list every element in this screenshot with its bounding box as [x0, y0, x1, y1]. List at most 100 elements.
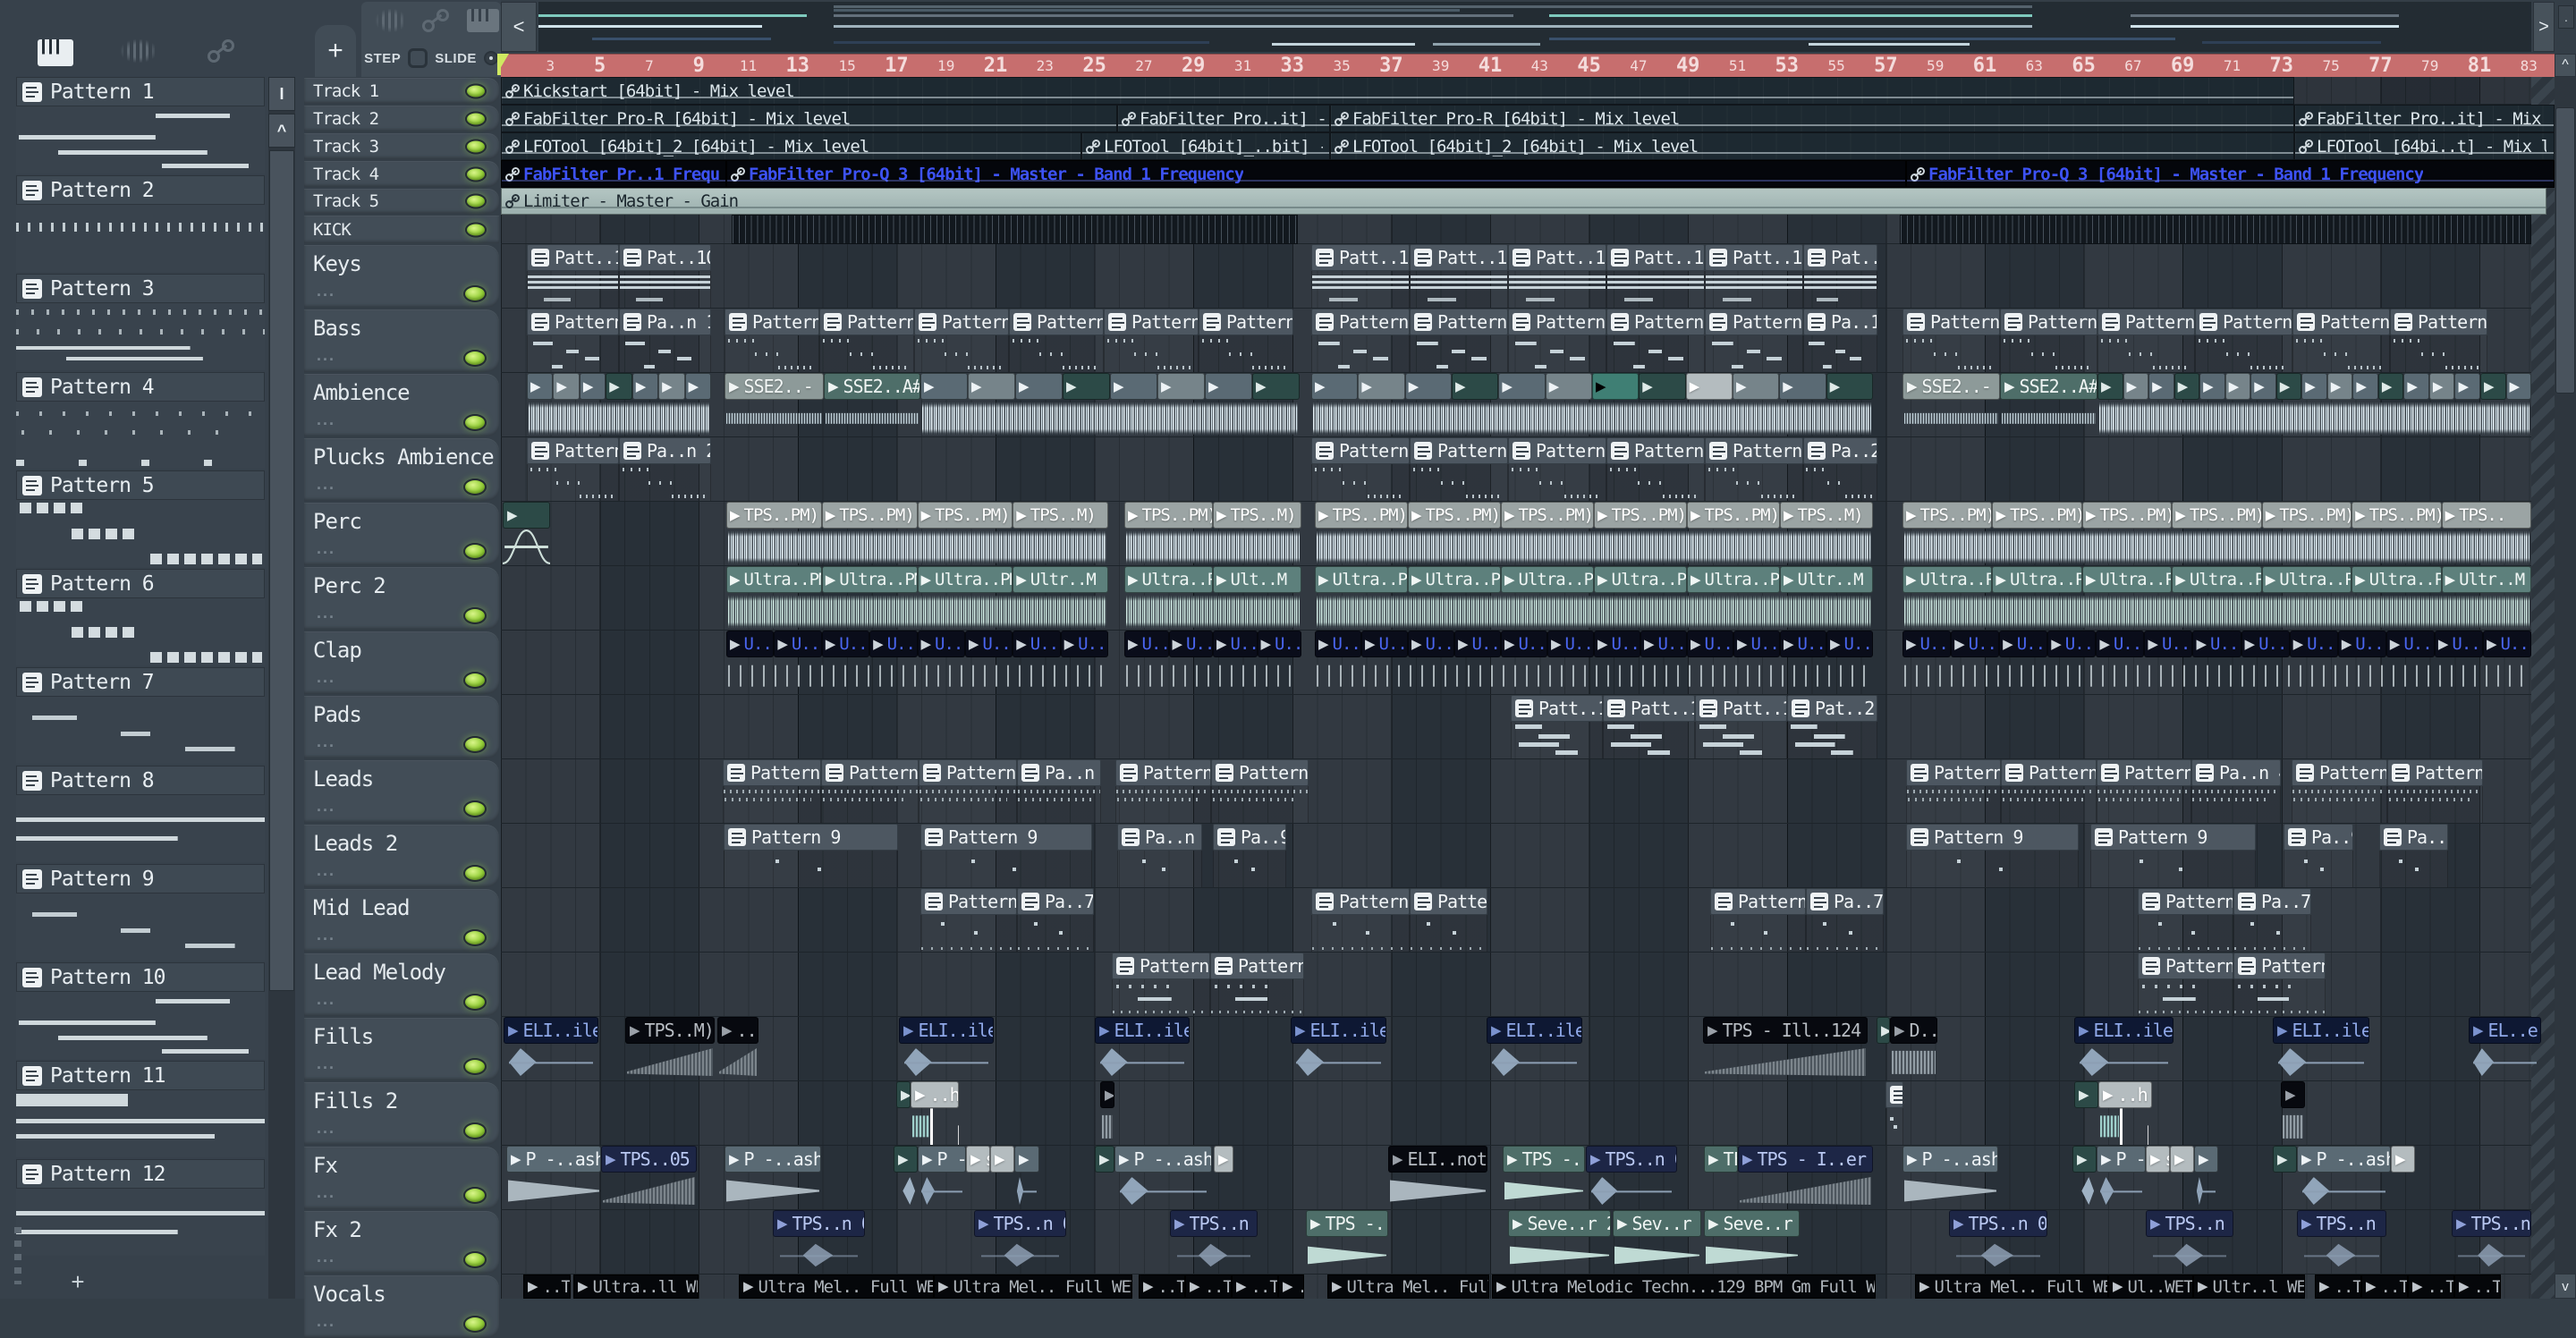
automation-clip[interactable]: Limiter - Master - Gain — [501, 188, 2546, 215]
pattern-clip[interactable]: Pat..10 — [619, 244, 711, 309]
pattern-clip-header[interactable]: Pattern 2 — [1508, 437, 1606, 464]
draw-audio-icon[interactable] — [376, 9, 406, 32]
audio-clip-header[interactable]: ▶TPS..PM) — [1408, 502, 1501, 529]
add-track-tab[interactable]: + — [315, 25, 356, 77]
pattern-clip[interactable]: Pa..n 2 — [619, 437, 711, 502]
track-mute-led[interactable] — [463, 929, 487, 946]
automation-clip[interactable]: FabFilter Pro-R [64bit] - Mix level — [501, 105, 1117, 132]
track-lane-perc[interactable]: ▶▶TPS..PM)▶TPS..PM)▶TPS..PM)▶TPS..M)▶TPS… — [501, 502, 2531, 566]
audio-clip-group[interactable]: ▶Ultra..PM▶Ultra..PM▶Ultra..PM▶Ultra..PM… — [1315, 566, 1873, 631]
audio-clip[interactable]: ▶ — [2074, 1081, 2098, 1146]
pattern-clip[interactable]: Pa..n 4 — [2191, 759, 2281, 824]
track-header-ambience[interactable]: Ambience... — [304, 374, 499, 436]
audio-clip-header[interactable]: ▶TPS..PM) — [822, 502, 918, 529]
pattern-clip-header[interactable]: Pattern 1 — [1606, 309, 1705, 335]
audio-clip[interactable]: ▶ — [2170, 1146, 2194, 1210]
audio-clip[interactable]: ▶ — [990, 1146, 1014, 1210]
vocal-clip-header[interactable]: ▶..T — [2454, 1274, 2501, 1299]
vocal-clip[interactable]: ▶..T — [2454, 1274, 2501, 1299]
track-lane-track-1[interactable]: Kickstart [64bit] - Mix level — [501, 77, 2531, 105]
audio-clip-header[interactable]: ▶ — [2506, 373, 2532, 400]
audio-clip-header[interactable]: ▶ — [1014, 1146, 1039, 1173]
vocal-clip[interactable]: ▶Ultra Melodic Techn...129 BPM Gm Full W… — [1492, 1274, 1876, 1299]
audio-clip-header[interactable]: ▶Seve..r 2 — [1704, 1210, 1800, 1237]
audio-clip-header[interactable]: ▶U.. — [2338, 631, 2386, 657]
pattern-clip-header[interactable]: Pattern 5 — [2390, 309, 2487, 335]
pattern-clip-header[interactable]: Pattern 1 — [1508, 309, 1606, 335]
pattern-item-header[interactable]: Pattern 11 — [16, 1061, 265, 1090]
track-mute-led[interactable] — [463, 607, 487, 624]
pattern-clip-header[interactable]: Pa..n 1 — [619, 309, 711, 335]
pattern-clip-header[interactable]: Pattern 2 — [1606, 437, 1705, 464]
audio-clip[interactable]: ▶TPS..n 04 — [2297, 1210, 2386, 1274]
pattern-clip[interactable]: Pattern 7 — [920, 888, 1017, 953]
track-lane-mid-lead[interactable]: Pattern 7Pa..7Pattern 7Pattern 7Pattern … — [501, 888, 2531, 953]
audio-clip-header[interactable]: ▶TPS..n 04 — [2146, 1210, 2233, 1237]
audio-clip-header[interactable]: ▶ — [2148, 373, 2174, 400]
audio-clip[interactable]: ▶ — [894, 1146, 918, 1210]
pattern-clip[interactable]: Pattern 5 — [2000, 309, 2097, 373]
audio-clip-header[interactable]: ▶..h — [2098, 1081, 2152, 1108]
track-options-dots[interactable]: ... — [317, 990, 335, 1009]
piano-roll-icon[interactable] — [38, 39, 73, 66]
pattern-clip[interactable]: Pattern 4 — [2001, 759, 2097, 824]
audio-clip-header[interactable]: ▶ — [1157, 373, 1205, 400]
pattern-clip-header[interactable]: Pattern 5 — [819, 309, 914, 335]
track-lane-track-4[interactable]: FabFilter Pr..1 FrequencyFabFilter Pro-Q… — [501, 160, 2531, 188]
pattern-clip-header[interactable]: Pattern 2 — [527, 437, 619, 464]
audio-clip-group[interactable]: ▶Ultra..PM▶Ult..M — [1124, 566, 1301, 631]
step-toggle[interactable] — [408, 48, 428, 68]
track-header-plucks-ambience[interactable]: Plucks Ambience... — [304, 438, 499, 501]
track-lane-track-5[interactable]: Limiter - Master - Gain — [501, 188, 2531, 215]
pattern-clip[interactable]: Pattern 5 — [724, 309, 819, 373]
pattern-clip[interactable]: Pattern 2 — [1410, 437, 1508, 502]
audio-clip-header[interactable]: ▶TPS..M) — [625, 1017, 715, 1044]
audio-clip-header[interactable]: ▶U.. — [2192, 631, 2241, 657]
pattern-clip[interactable]: Pattern 5 — [1902, 309, 2000, 373]
audio-clip-header[interactable]: ▶ — [2327, 373, 2353, 400]
audio-clip[interactable]: ▶s — [966, 1146, 990, 1210]
pattern-clip[interactable]: Pattern 5 — [1104, 309, 1199, 373]
pattern-clip-header[interactable]: Pattern 9 — [920, 824, 1092, 851]
audio-clip-header[interactable]: ▶SSE2..A# — [2000, 373, 2097, 400]
audio-clip-header[interactable]: ▶U.. — [1258, 631, 1302, 657]
audio-clip-header[interactable]: ▶U.. — [1169, 631, 1214, 657]
vocal-clip[interactable]: ▶..T — [1185, 1274, 1232, 1299]
audio-clip-header[interactable]: ▶Ultra..PM — [1315, 566, 1408, 593]
audio-clip[interactable]: ▶..h — [2098, 1081, 2152, 1146]
track-mute-led[interactable] — [463, 994, 487, 1011]
clap-clip-group[interactable]: ▶U..▶U..▶U..▶U..▶U..▶U..▶U..▶U..▶U..▶U..… — [1902, 631, 2531, 695]
track-header-lead-melody[interactable]: Lead Melody... — [304, 953, 499, 1016]
pattern-clip[interactable]: Patt..10 — [1508, 244, 1606, 309]
pattern-list-item[interactable]: Pattern 12 — [16, 1159, 265, 1258]
audio-clip-header[interactable]: ▶ — [1063, 373, 1110, 400]
audio-clip-header[interactable]: ▶U.. — [1780, 631, 1826, 657]
audio-clip-group[interactable]: ▶Ultra..PM▶Ultra..PM▶Ultra..PM▶Ultr..M — [726, 566, 1108, 631]
audio-clip-header[interactable]: ▶ELI..iler — [504, 1017, 598, 1044]
overview-scroll-left-button[interactable]: < — [501, 2, 537, 52]
pattern-clip[interactable]: Pattern 3 — [1210, 953, 1304, 1017]
audio-clip-header[interactable]: ▶Ultra..PM — [1687, 566, 1780, 593]
pattern-clip-header[interactable]: Pattern 4 — [723, 759, 821, 786]
pattern-clip-header[interactable]: Pattern 1 — [1311, 309, 1410, 335]
audio-clip[interactable]: ▶ELI..iler — [1487, 1017, 1582, 1081]
pattern-list-item[interactable]: Pattern 5 — [16, 470, 265, 569]
audio-clip-header[interactable]: ▶TPS..PM) — [1501, 502, 1594, 529]
vocal-clip-header[interactable]: ▶Ultra Melodic Techn...129 BPM Gm Full W… — [1492, 1274, 1876, 1299]
vocal-clip-header[interactable]: ▶Ultra..ll WET — [573, 1274, 699, 1299]
vocal-clip[interactable]: ▶Ultra Mel.. Full WET — [739, 1274, 934, 1299]
audio-clip-header[interactable]: ▶SSE2..- C — [724, 373, 824, 400]
pattern-clip-header[interactable]: Pattern 2 — [1311, 437, 1410, 464]
audio-clip-header[interactable]: ▶ — [2097, 373, 2123, 400]
audio-clip[interactable]: ▶P -..ash) — [2297, 1146, 2391, 1210]
audio-clip[interactable]: ▶P -.. — [918, 1146, 966, 1210]
audio-clip[interactable]: ▶TPS..n 04 — [1949, 1210, 2047, 1274]
corner-button[interactable]: . — [2558, 5, 2574, 29]
pattern-clip[interactable]: Pattern 5 — [914, 309, 1009, 373]
pattern-clip-header[interactable]: Pa..n 2 — [619, 437, 711, 464]
pattern-clip[interactable]: Patt..10 — [1410, 244, 1508, 309]
audio-clip[interactable]: ▶TPS - I..er 05 — [1738, 1146, 1873, 1210]
audio-clip[interactable]: ▶D.. — [1890, 1017, 1937, 1081]
audio-clip-header[interactable]: ▶ — [2429, 373, 2455, 400]
audio-clip-header[interactable]: ▶ — [1252, 373, 1300, 400]
